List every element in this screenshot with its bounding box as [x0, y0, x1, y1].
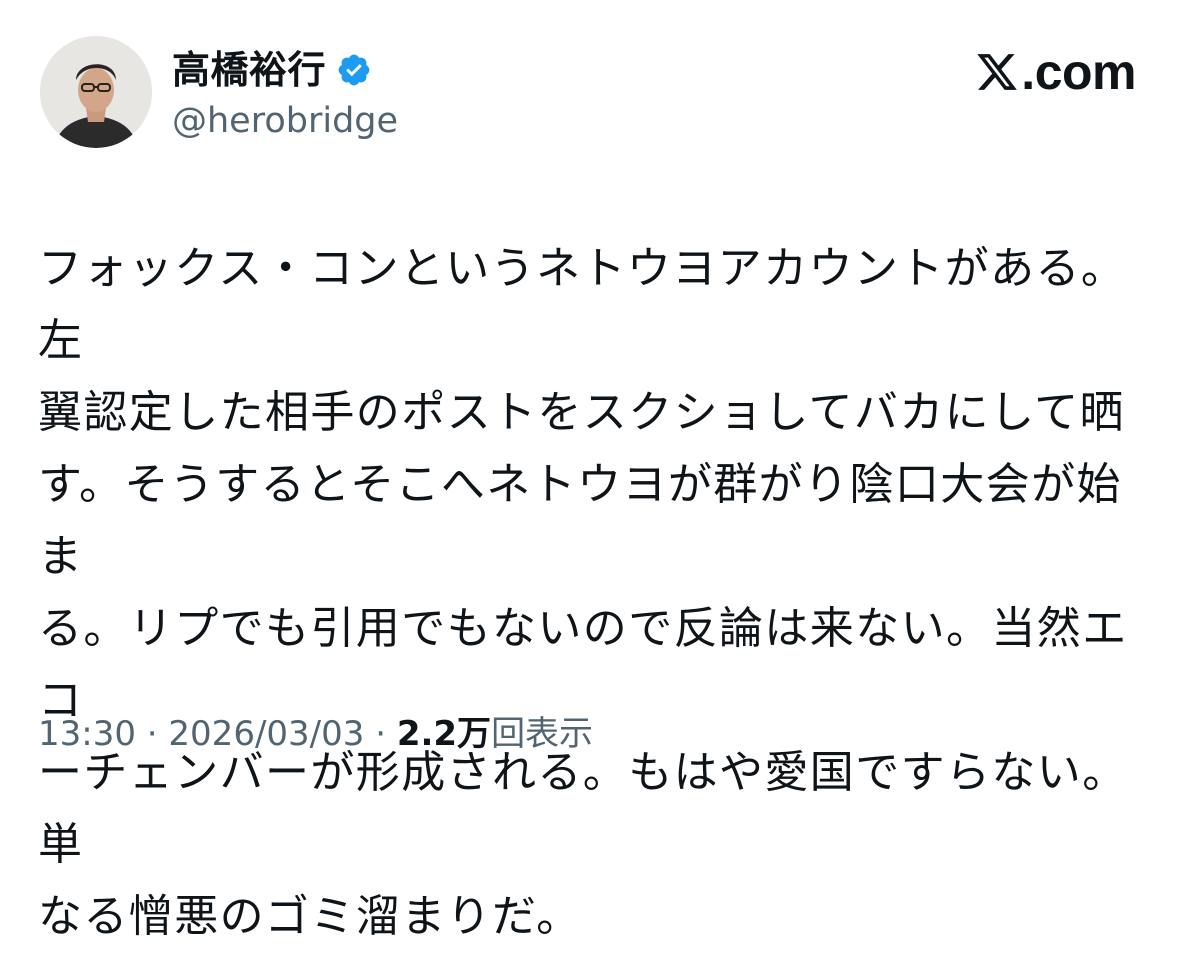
post-line: す。そうするとそこへネトウヨが群がり陰口大会が始ま	[38, 459, 1122, 582]
post-line: 翼認定した相手のポストをスクショしてバカにして晒	[38, 387, 1125, 438]
meta-separator: ·	[135, 714, 169, 754]
author-avatar[interactable]	[40, 36, 152, 148]
post-time[interactable]: 13:30	[38, 714, 136, 754]
brand-domain-text: .com	[1021, 44, 1136, 100]
post-card: 高橋裕行 @herobridge .com フォックス・コンというネトウヨアカウ…	[0, 0, 1200, 942]
author-handle[interactable]: @herobridge	[172, 100, 398, 142]
meta-separator: ·	[364, 714, 397, 754]
post-metadata: 13:30 · 2026/03/03 · 2.2万回表示	[38, 714, 593, 755]
user-photo-avatar-icon	[40, 36, 152, 148]
author-display-name[interactable]: 高橋裕行	[172, 51, 326, 89]
author-name-row: 高橋裕行	[172, 44, 372, 96]
verified-badge-icon[interactable]	[336, 52, 372, 88]
post-line: なる憎悪のゴミ溜まりだ。	[38, 891, 582, 942]
post-body: フォックス・コンというネトウヨアカウントがある。左翼認定した相手のポストをスクシ…	[38, 233, 1166, 953]
x-logo-icon	[977, 54, 1018, 90]
post-line: フォックス・コンというネトウヨアカウントがある。左	[38, 243, 1127, 366]
views-count[interactable]: 2.2万	[397, 714, 491, 754]
brand-logo: .com	[975, 44, 1136, 100]
views-label[interactable]: 回表示	[491, 714, 593, 754]
post-line: ーチェンバーが形成される。もはや愛国ですらない。単	[38, 747, 1128, 870]
post-date[interactable]: 2026/03/03	[168, 714, 364, 754]
